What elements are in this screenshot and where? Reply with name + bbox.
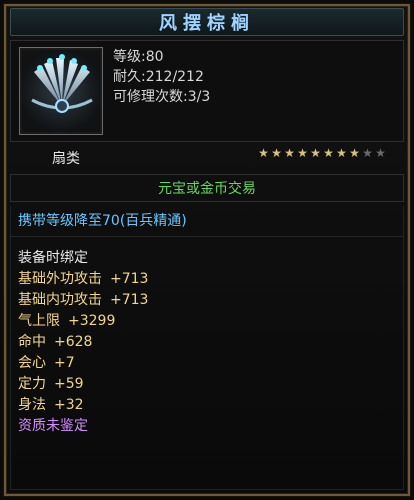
category-row: 扇类 ★ ★ ★ ★ ★ ★ ★ ★ ★ ★ (10, 144, 404, 168)
item-stats: 等级:80 耐久:212/212 可修理次数:3/3 (113, 47, 210, 107)
star-empty-icon: ★ (362, 146, 373, 160)
star-filled-icon: ★ (310, 146, 321, 160)
level-stat: 等级:80 (113, 49, 164, 65)
star-filled-icon: ★ (349, 146, 360, 160)
item-header-panel: 等级:80 耐久:212/212 可修理次数:3/3 (10, 40, 404, 142)
durability-stat: 耐久:212/212 (113, 69, 204, 85)
trade-bar: 元宝或金币交易 (10, 174, 404, 202)
attribute-row: 身法 +32 (18, 397, 84, 413)
category-label: 扇类 (52, 151, 80, 167)
attribute-row: 会心 +7 (18, 355, 75, 371)
star-filled-icon: ★ (323, 146, 334, 160)
attribute-row: 命中 +628 (18, 334, 93, 350)
star-filled-icon: ★ (284, 146, 295, 160)
attribute-row: 定力 +59 (18, 376, 84, 392)
star-filled-icon: ★ (271, 146, 282, 160)
item-title: 风摆棕榈 (159, 13, 255, 34)
repair-count-stat: 可修理次数:3/3 (113, 89, 211, 105)
attribute-list: 装备时绑定 基础外功攻击 +713 基础内功攻击 +713 气上限 +3299 命中 +… (18, 248, 148, 437)
quality-status: 资质未鉴定 (18, 418, 88, 434)
star-filled-icon: ★ (258, 146, 269, 160)
carry-requirement: 携带等级降至70(百兵精通) (18, 213, 187, 229)
divider (10, 236, 404, 237)
star-filled-icon: ★ (297, 146, 308, 160)
fan-weapon-icon (19, 47, 103, 135)
star-empty-icon: ★ (375, 146, 386, 160)
attribute-row: 基础外功攻击 +713 (18, 271, 149, 287)
title-bar: 风摆棕榈 (10, 8, 404, 36)
trade-type-label: 元宝或金币交易 (158, 181, 256, 197)
attribute-row: 基础内功攻击 +713 (18, 292, 149, 308)
bind-status: 装备时绑定 (18, 250, 88, 266)
attribute-row: 气上限 +3299 (18, 313, 116, 329)
rating-stars: ★ ★ ★ ★ ★ ★ ★ ★ ★ ★ (258, 147, 386, 159)
star-filled-icon: ★ (336, 146, 347, 160)
